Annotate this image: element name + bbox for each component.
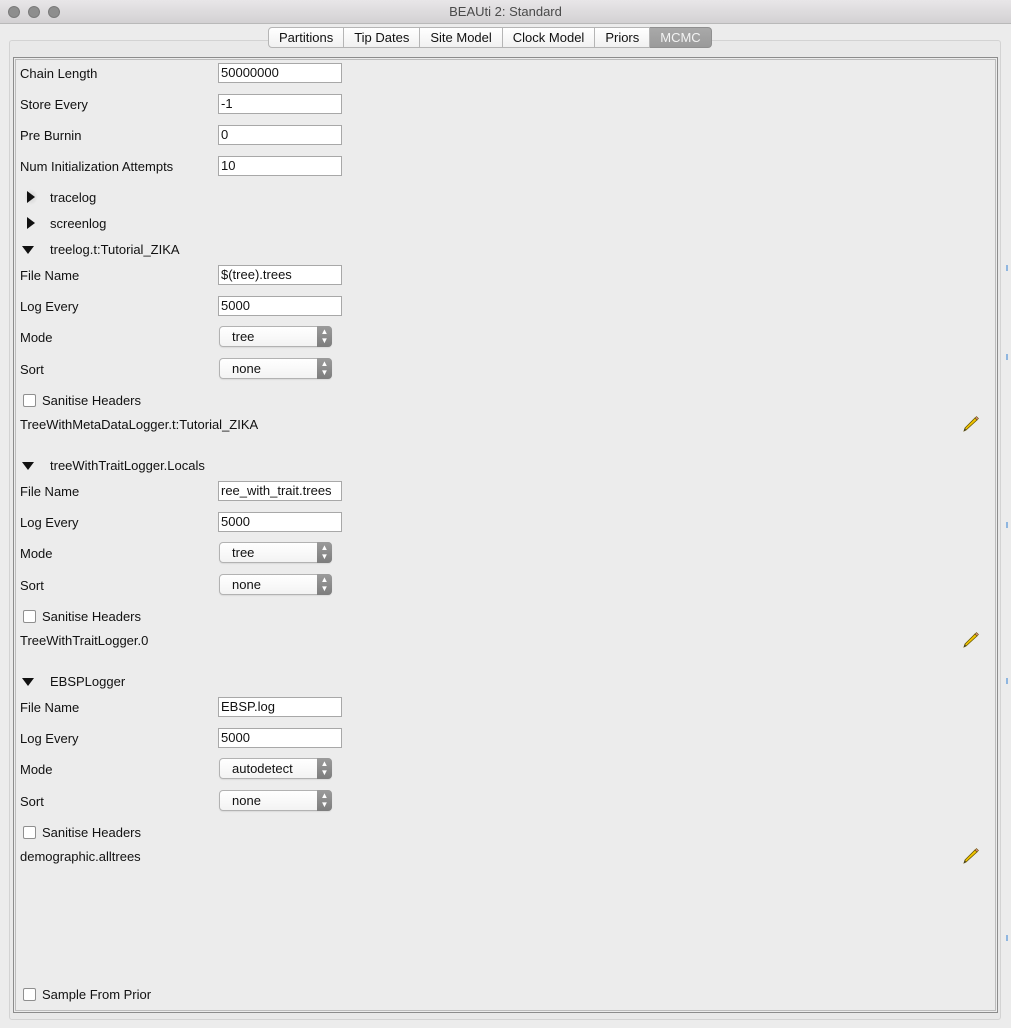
- beauti-window: BEAUti 2: Standard Partitions Tip Dates …: [0, 0, 1011, 1028]
- tab-site-model[interactable]: Site Model: [420, 27, 503, 48]
- triangle-right-icon[interactable]: [27, 217, 35, 229]
- updown-arrows-icon: ▲ ▼: [317, 574, 332, 595]
- tab-mcmc[interactable]: MCMC: [650, 27, 712, 48]
- ebsp-log-every-label: Log Every: [20, 731, 79, 746]
- ebsp-sort-value: none: [232, 793, 261, 808]
- ebsp-sort-label: Sort: [20, 794, 44, 809]
- title-bar: BEAUti 2: Standard: [0, 0, 1011, 24]
- triangle-down-icon[interactable]: [22, 462, 34, 470]
- trait-logger-mode-select[interactable]: tree ▲ ▼: [219, 542, 332, 563]
- trait-logger-mode-label: Mode: [20, 546, 53, 561]
- edge-marker: [1006, 354, 1008, 360]
- trait-logger-sanitise-label[interactable]: Sanitise Headers: [42, 609, 141, 624]
- tab-bar: Partitions Tip Dates Site Model Clock Mo…: [268, 27, 712, 48]
- num-init-attempts-label: Num Initialization Attempts: [20, 159, 174, 174]
- triangle-down-icon[interactable]: [22, 246, 34, 254]
- trait-logger-log-every-label: Log Every: [20, 515, 79, 530]
- trait-logger-logger-label: TreeWithTraitLogger.0: [20, 633, 149, 648]
- screenlog-section-label[interactable]: screenlog: [50, 216, 106, 231]
- sample-from-prior-label[interactable]: Sample From Prior: [42, 987, 151, 1002]
- ebsp-logger-section-label[interactable]: EBSPLogger: [50, 674, 125, 689]
- num-init-attempts-input[interactable]: 10: [218, 156, 342, 176]
- pencil-icon[interactable]: [963, 415, 980, 432]
- trait-logger-sort-value: none: [232, 577, 261, 592]
- ebsp-log-every-input[interactable]: 5000: [218, 728, 342, 748]
- window-title: BEAUti 2: Standard: [449, 4, 562, 19]
- chain-length-input[interactable]: 50000000: [218, 63, 342, 83]
- treelog-mode-select[interactable]: tree ▲ ▼: [219, 326, 332, 347]
- treelog-log-every-label: Log Every: [20, 299, 79, 314]
- ebsp-sanitise-checkbox[interactable]: [23, 826, 36, 839]
- edge-marker: [1006, 265, 1008, 271]
- trait-logger-sanitise-checkbox[interactable]: [23, 610, 36, 623]
- treelog-file-name-label: File Name: [20, 268, 80, 283]
- trait-logger-file-name-input[interactable]: ree_with_trait.trees: [218, 481, 342, 501]
- trait-logger-sort-select[interactable]: none ▲ ▼: [219, 574, 332, 595]
- treelog-sanitise-checkbox[interactable]: [23, 394, 36, 407]
- treelog-section-label[interactable]: treelog.t:Tutorial_ZIKA: [50, 242, 180, 257]
- treelog-sort-value: none: [232, 361, 261, 376]
- trait-logger-file-name-label: File Name: [20, 484, 80, 499]
- treelog-logger-label: TreeWithMetaDataLogger.t:Tutorial_ZIKA: [20, 417, 259, 432]
- trait-logger-mode-value: tree: [232, 545, 255, 560]
- store-every-input[interactable]: -1: [218, 94, 342, 114]
- trait-logger-sort-label: Sort: [20, 578, 44, 593]
- edge-marker: [1006, 678, 1008, 684]
- pencil-icon[interactable]: [963, 847, 980, 864]
- tab-clock-model[interactable]: Clock Model: [502, 27, 596, 48]
- updown-arrows-icon: ▲ ▼: [317, 790, 332, 811]
- trait-logger-section-label[interactable]: treeWithTraitLogger.Locals: [50, 458, 205, 473]
- updown-arrows-icon: ▲ ▼: [317, 758, 332, 779]
- tab-partitions[interactable]: Partitions: [268, 27, 345, 48]
- ebsp-mode-label: Mode: [20, 762, 53, 777]
- trait-logger-log-every-input[interactable]: 5000: [218, 512, 342, 532]
- tab-tip-dates[interactable]: Tip Dates: [344, 27, 421, 48]
- treelog-log-every-input[interactable]: 5000: [218, 296, 342, 316]
- edge-marker: [1006, 522, 1008, 528]
- ebsp-file-name-input[interactable]: EBSP.log: [218, 697, 342, 717]
- updown-arrows-icon: ▲ ▼: [317, 326, 332, 347]
- triangle-right-icon[interactable]: [27, 191, 35, 203]
- ebsp-logger-logger-label: demographic.alltrees: [20, 849, 141, 864]
- ebsp-sanitise-label[interactable]: Sanitise Headers: [42, 825, 141, 840]
- ebsp-file-name-label: File Name: [20, 700, 80, 715]
- triangle-down-icon[interactable]: [22, 678, 34, 686]
- tracelog-section-label[interactable]: tracelog: [50, 190, 96, 205]
- treelog-mode-label: Mode: [20, 330, 53, 345]
- store-every-label: Store Every: [20, 97, 88, 112]
- ebsp-mode-value: autodetect: [232, 761, 293, 776]
- updown-arrows-icon: ▲ ▼: [317, 542, 332, 563]
- ebsp-mode-select[interactable]: autodetect ▲ ▼: [219, 758, 332, 779]
- pencil-icon[interactable]: [963, 631, 980, 648]
- treelog-sort-label: Sort: [20, 362, 44, 377]
- treelog-sort-select[interactable]: none ▲ ▼: [219, 358, 332, 379]
- updown-arrows-icon: ▲ ▼: [317, 358, 332, 379]
- pre-burnin-label: Pre Burnin: [20, 128, 82, 143]
- ebsp-sort-select[interactable]: none ▲ ▼: [219, 790, 332, 811]
- sample-from-prior-checkbox[interactable]: [23, 988, 36, 1001]
- chain-length-label: Chain Length: [20, 66, 98, 81]
- edge-marker: [1006, 935, 1008, 941]
- treelog-file-name-input[interactable]: $(tree).trees: [218, 265, 342, 285]
- treelog-sanitise-label[interactable]: Sanitise Headers: [42, 393, 141, 408]
- mcmc-panel-inner: [15, 59, 996, 1011]
- tab-priors[interactable]: Priors: [595, 27, 651, 48]
- pre-burnin-input[interactable]: 0: [218, 125, 342, 145]
- treelog-mode-value: tree: [232, 329, 255, 344]
